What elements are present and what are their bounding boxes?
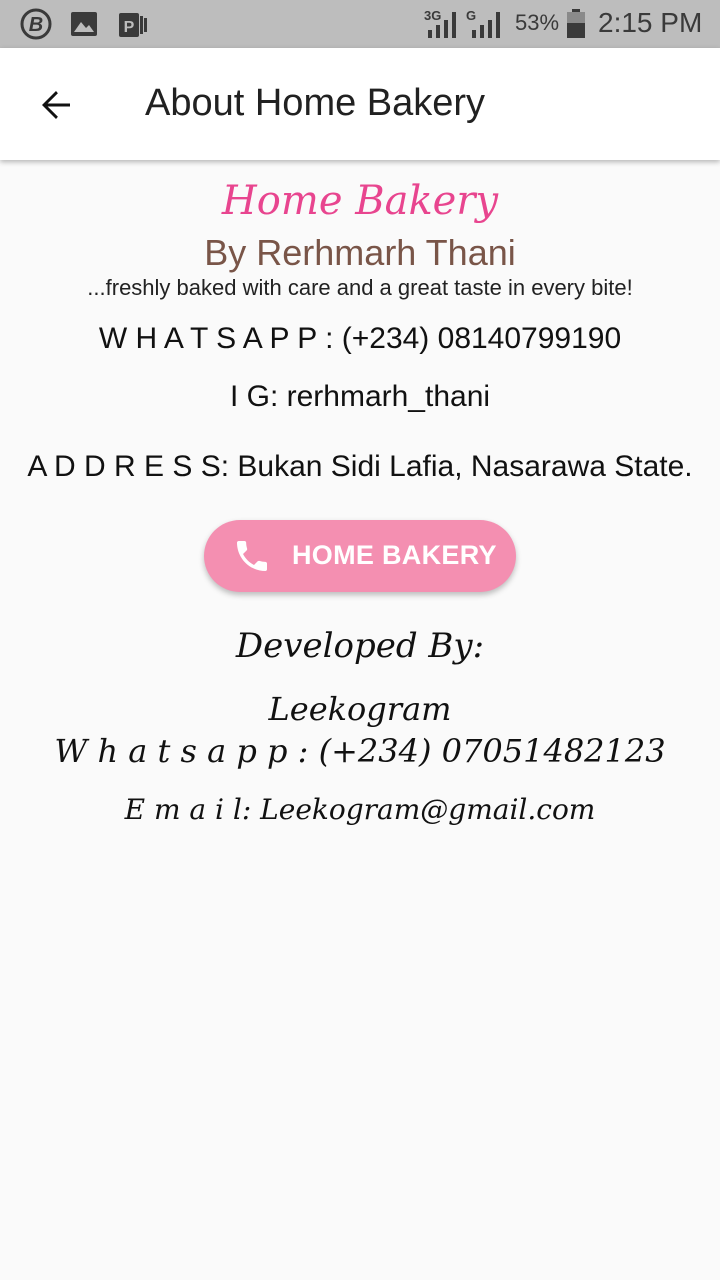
svg-text:P: P	[124, 19, 135, 36]
developer-label: Developed By:	[235, 626, 485, 666]
svg-text:G: G	[466, 8, 476, 23]
back-button[interactable]	[32, 81, 80, 129]
status-bar: B P 3G G 53% 2:15 PM	[0, 0, 720, 48]
image-icon	[71, 12, 97, 36]
battery-percent: 53%	[515, 10, 560, 35]
app-bar: About Home Bakery	[0, 48, 720, 160]
call-home-bakery-button[interactable]: HOME BAKERY	[204, 520, 516, 592]
b-circle-icon: B	[20, 8, 52, 40]
developer-whatsapp: W h a t s a p p : (+234) 07051482123	[54, 732, 666, 770]
phone-icon	[237, 541, 267, 571]
p-app-icon: P	[119, 13, 147, 37]
arrow-left-icon	[42, 91, 70, 119]
address: A D D R E S S: Bukan Sidi Lafia, Nasaraw…	[27, 450, 693, 483]
tagline: ...freshly baked with care and a great t…	[87, 275, 633, 300]
svg-text:B: B	[29, 14, 43, 36]
whatsapp-contact: W H A T S A P P : (+234) 08140799190	[98, 322, 622, 355]
clock: 2:15 PM	[598, 7, 703, 38]
signal-icon-2: G	[466, 8, 500, 38]
developer-email: E m a i l: Leekogram@gmail.com	[124, 793, 596, 826]
instagram-handle: I G: rerhmarh_thani	[229, 380, 491, 413]
owner-name: By Rerhmarh Thani	[204, 232, 516, 273]
call-button-label: HOME BAKERY	[292, 540, 497, 570]
svg-text:3G: 3G	[424, 8, 441, 23]
developer-name: Leekogram	[268, 690, 452, 728]
page-title: About Home Bakery	[145, 82, 486, 124]
signal-icon: 3G	[424, 8, 456, 38]
battery-icon	[567, 9, 585, 38]
brand-name: Home Bakery	[221, 178, 499, 224]
